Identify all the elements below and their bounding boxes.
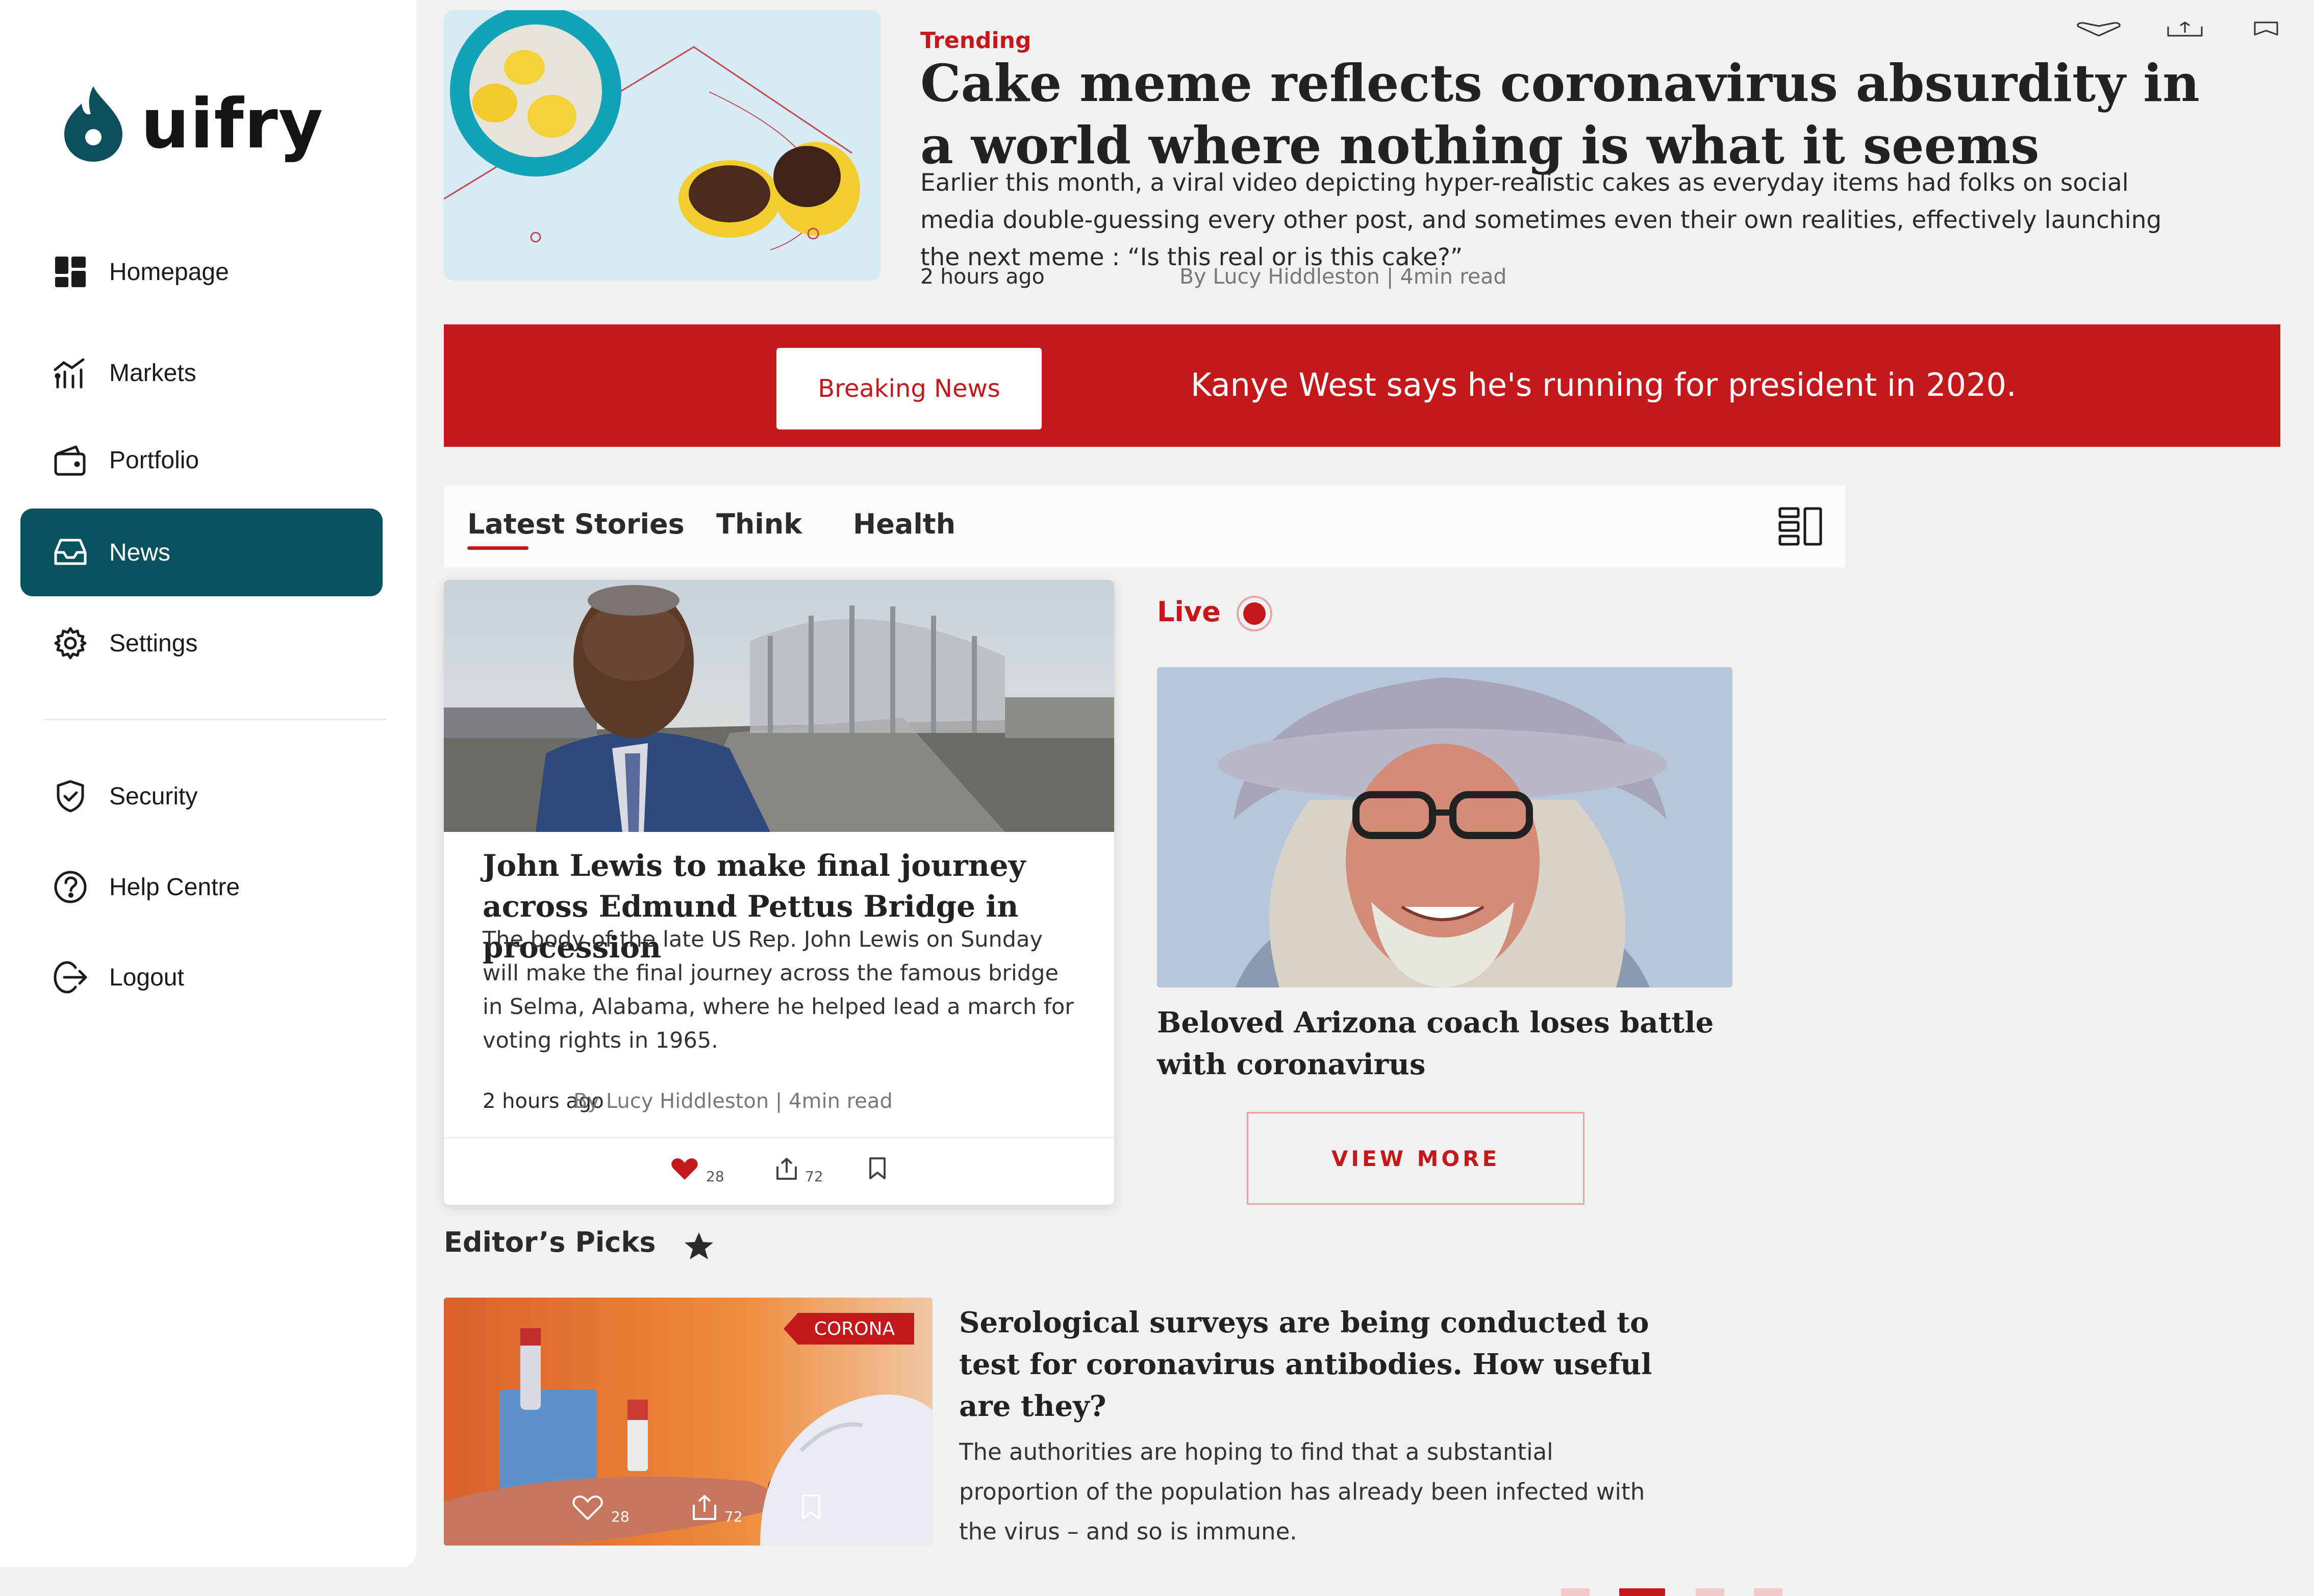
- bookmark-icon[interactable]: [2253, 21, 2279, 39]
- live-indicator-icon: [1237, 596, 1272, 631]
- wallet-icon: [49, 439, 92, 482]
- breaking-news-banner: Breaking News Kanye West says he's runni…: [444, 324, 2280, 447]
- sidebar-item-label: Markets: [109, 359, 196, 387]
- sidebar-divider: [44, 719, 387, 720]
- breaking-news-button[interactable]: Breaking News: [776, 348, 1042, 429]
- sidebar-item-label: News: [109, 539, 171, 566]
- bookmark-button[interactable]: [868, 1157, 887, 1180]
- live-story-title[interactable]: Beloved Arizona coach loses battle with …: [1157, 1002, 1759, 1085]
- like-count: 28: [611, 1508, 630, 1525]
- sidebar-item-label: Help Centre: [109, 873, 240, 901]
- sidebar: uifry Homepage Markets Portfolio News Se…: [0, 0, 416, 1567]
- story-meta: 2 hours ago By Lucy Hiddleston | 4min re…: [483, 1090, 1085, 1113]
- sidebar-item-label: Homepage: [109, 258, 229, 286]
- sidebar-item-label: Settings: [109, 629, 198, 657]
- star-icon: [685, 1232, 713, 1259]
- view-more-button[interactable]: VIEW MORE: [1247, 1112, 1584, 1205]
- bookmark-button[interactable]: [801, 1494, 821, 1520]
- flame-logo-icon: [64, 86, 122, 162]
- share-button[interactable]: 72: [692, 1494, 743, 1525]
- share-icon[interactable]: [2167, 21, 2203, 39]
- page-dot[interactable]: [1754, 1588, 1782, 1596]
- inbox-tray-icon: [49, 531, 92, 574]
- story-tabs: Latest Stories Think Health: [444, 486, 1846, 567]
- share-count: 72: [724, 1508, 743, 1525]
- page-dot[interactable]: [1561, 1588, 1590, 1596]
- dashboard-grid-icon: [49, 250, 92, 293]
- editors-pick-description: The authorities are hoping to find that …: [959, 1438, 1645, 1545]
- layout-toggle-icon[interactable]: [1778, 507, 1822, 546]
- shield-check-icon: [49, 775, 92, 818]
- sidebar-item-news[interactable]: News: [20, 509, 383, 596]
- share-count: 72: [805, 1168, 823, 1185]
- editors-pick-headline[interactable]: Serological surveys are being conducted …: [959, 1302, 1673, 1427]
- trending-meta: 2 hours ago By Lucy Hiddleston | 4min re…: [920, 264, 1634, 289]
- card-divider: [444, 1137, 1114, 1138]
- heart-outline-icon: [572, 1496, 603, 1520]
- editors-pick-actions: 28 72: [444, 1494, 933, 1530]
- trending-label: Trending: [920, 28, 1032, 54]
- help-circle-icon: [49, 866, 92, 908]
- sidebar-item-security[interactable]: Security: [20, 752, 383, 840]
- like-count: 28: [706, 1168, 724, 1185]
- bookmark-icon: [802, 1494, 820, 1519]
- sidebar-item-markets[interactable]: Markets: [20, 329, 383, 417]
- trending-byline: By Lucy Hiddleston | 4min read: [1179, 264, 1507, 289]
- market-chart-icon: [49, 351, 92, 394]
- heart-icon[interactable]: [2075, 21, 2122, 39]
- sidebar-item-logout[interactable]: Logout: [20, 933, 383, 1021]
- share-button[interactable]: 72: [775, 1157, 823, 1185]
- share-icon: [693, 1495, 716, 1520]
- lemons-cake-illustration: [444, 10, 881, 281]
- trending-actions: [2066, 21, 2291, 47]
- story-byline: By Lucy Hiddleston | 4min read: [573, 1090, 893, 1113]
- sidebar-item-portfolio[interactable]: Portfolio: [20, 416, 383, 504]
- like-button[interactable]: 28: [571, 1494, 630, 1525]
- trending-time: 2 hours ago: [920, 264, 1045, 289]
- bookmark-icon: [869, 1157, 886, 1179]
- category-tag[interactable]: CORONA: [784, 1313, 914, 1345]
- trending-description: Earlier this month, a viral video depict…: [920, 169, 2162, 271]
- heart-icon: [671, 1158, 698, 1180]
- active-tab-indicator: [467, 546, 529, 550]
- sidebar-item-label: Security: [109, 782, 198, 810]
- logout-icon: [49, 956, 92, 999]
- breaking-headline[interactable]: Kanye West says he's running for preside…: [1191, 366, 2017, 403]
- tab-health[interactable]: Health: [853, 508, 955, 540]
- trending-image[interactable]: [444, 10, 881, 281]
- sidebar-item-label: Logout: [109, 964, 184, 991]
- brand-logo[interactable]: uifry: [61, 84, 323, 164]
- page-dot-active[interactable]: [1619, 1588, 1665, 1596]
- sidebar-item-homepage[interactable]: Homepage: [20, 228, 383, 316]
- trending-title[interactable]: Cake meme reflects coronavirus absurdity…: [920, 52, 2226, 176]
- pagination: [1561, 1588, 1785, 1596]
- share-icon: [776, 1158, 797, 1180]
- tab-think[interactable]: Think: [716, 508, 802, 540]
- story-actions: 28 72: [444, 1157, 1114, 1188]
- editors-picks-title: Editor’s Picks: [444, 1226, 656, 1258]
- sidebar-item-label: Portfolio: [109, 446, 199, 474]
- gear-icon: [49, 622, 92, 665]
- coach-portrait-photo: [1157, 667, 1732, 987]
- john-lewis-bridge-photo: [444, 580, 1114, 832]
- brand-name: uifry: [141, 84, 324, 164]
- tab-latest-stories[interactable]: Latest Stories: [467, 508, 685, 540]
- story-description: The body of the late US Rep. John Lewis …: [483, 927, 1074, 1053]
- live-story-image[interactable]: [1157, 667, 1732, 987]
- story-card[interactable]: John Lewis to make final journey across …: [444, 580, 1114, 1205]
- page-dot[interactable]: [1696, 1588, 1724, 1596]
- sidebar-item-help-centre[interactable]: Help Centre: [20, 843, 383, 931]
- live-label: Live: [1157, 596, 1221, 628]
- sidebar-item-settings[interactable]: Settings: [20, 599, 383, 687]
- like-button[interactable]: 28: [670, 1157, 724, 1185]
